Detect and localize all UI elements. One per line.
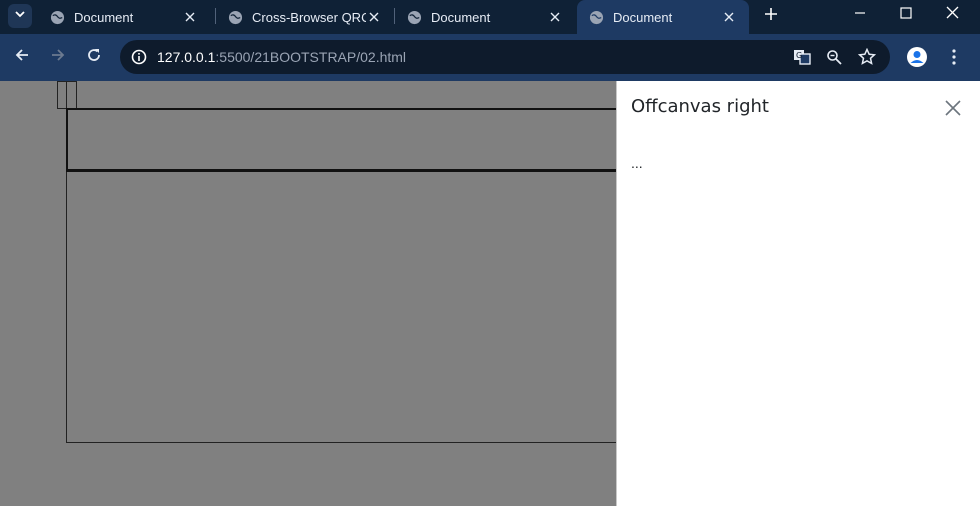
reload-icon (86, 47, 102, 68)
tab-title: Document (613, 9, 673, 25)
minimize-button[interactable] (837, 0, 883, 30)
tab-strip: Document Cross-Browser QRC Document Docu… (0, 0, 980, 34)
tab-document-1[interactable]: Document (38, 0, 210, 34)
forward-button[interactable] (44, 43, 72, 71)
globe-icon (50, 10, 65, 25)
close-icon[interactable] (721, 9, 737, 25)
zoom-icon[interactable] (823, 46, 845, 68)
offcanvas-panel: Offcanvas right ... (616, 81, 975, 506)
browser-toolbar: 127.0.0.1:5500/21BOOTSTRAP/02.html G (0, 34, 980, 81)
url-host: 127.0.0.1 (157, 49, 216, 65)
scroll-edge (975, 81, 980, 506)
close-icon[interactable] (547, 9, 563, 25)
globe-icon (407, 10, 422, 25)
offcanvas-title: Offcanvas right (631, 96, 769, 117)
close-icon (946, 6, 959, 24)
globe-icon (589, 10, 604, 25)
close-icon[interactable] (366, 9, 382, 25)
maximize-button[interactable] (883, 0, 929, 30)
tab-cross-browser[interactable]: Cross-Browser QRC (216, 0, 394, 34)
close-icon[interactable] (182, 9, 198, 25)
address-bar[interactable]: 127.0.0.1:5500/21BOOTSTRAP/02.html G (120, 40, 890, 74)
url-text[interactable]: 127.0.0.1:5500/21BOOTSTRAP/02.html (157, 49, 406, 65)
profile-icon[interactable] (905, 45, 929, 69)
new-tab-button[interactable] (760, 5, 782, 27)
page-viewport: Offcanvas right ... (0, 81, 980, 506)
outline-box (66, 172, 626, 443)
plus-icon (764, 7, 778, 26)
maximize-icon (900, 6, 912, 24)
tab-search-button[interactable] (8, 4, 32, 28)
globe-icon (228, 10, 243, 25)
close-icon (945, 99, 961, 121)
tab-title: Cross-Browser QRC (252, 9, 366, 25)
offcanvas-close-button[interactable] (943, 99, 963, 121)
menu-icon[interactable] (942, 45, 966, 69)
offcanvas-body: ... (631, 155, 643, 171)
translate-icon[interactable]: G (791, 46, 813, 68)
tab-title: Document (74, 9, 134, 25)
svg-text:G: G (796, 51, 802, 60)
window-close-button[interactable] (929, 0, 975, 30)
star-icon[interactable] (856, 46, 878, 68)
url-path: :5500/21BOOTSTRAP/02.html (215, 49, 407, 65)
reload-button[interactable] (80, 43, 108, 71)
back-icon (14, 47, 30, 68)
chevron-down-icon (14, 7, 26, 25)
back-button[interactable] (8, 43, 36, 71)
outline-box (66, 108, 626, 172)
tab-title: Document (431, 9, 491, 25)
site-info-icon[interactable] (128, 46, 150, 68)
tab-document-2[interactable]: Document (395, 0, 575, 34)
outline-box (66, 81, 626, 109)
minimize-icon (854, 6, 866, 24)
forward-icon (50, 47, 66, 68)
tab-document-active[interactable]: Document (577, 0, 749, 34)
